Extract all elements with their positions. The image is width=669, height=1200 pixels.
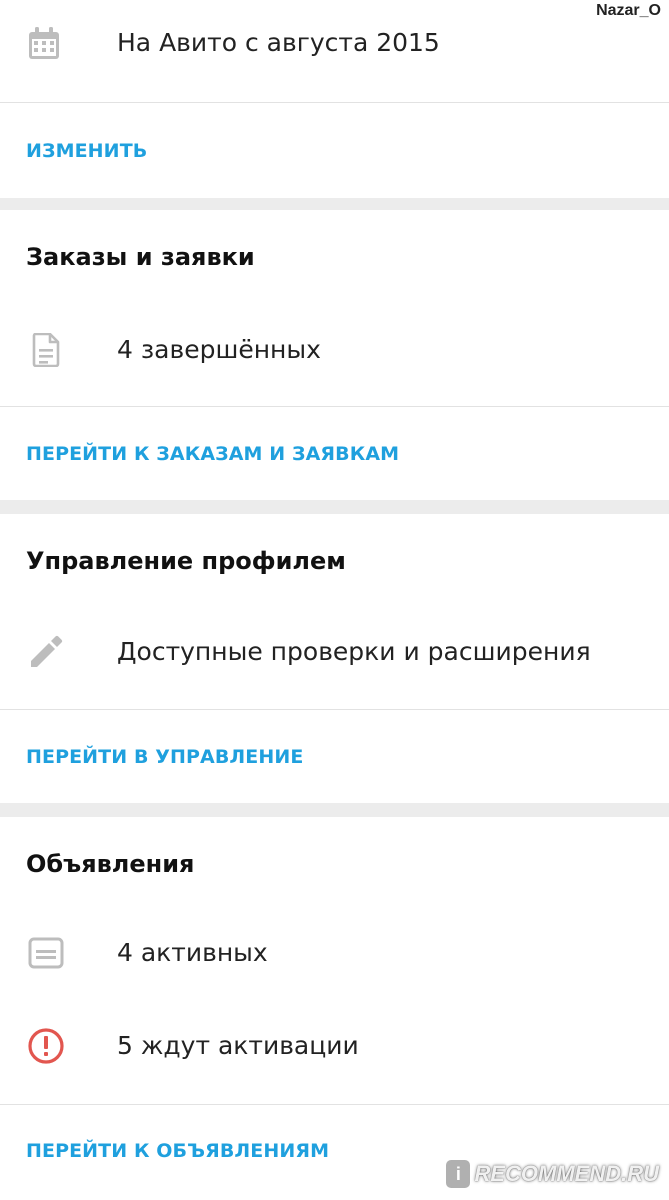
ads-pending-row[interactable]: 5 ждут активации [0, 1016, 669, 1076]
profile-section-title: Управление профилем [26, 547, 346, 575]
watermark-text: RECOMMEND.RU [474, 1161, 659, 1186]
divider [0, 102, 669, 103]
watermark-badge-icon: i [446, 1160, 471, 1188]
ads-active-text: 4 активных [117, 938, 268, 967]
orders-completed-row[interactable]: 4 завершённых [0, 320, 669, 380]
orders-section-title: Заказы и заявки [26, 243, 255, 271]
go-to-orders-button[interactable]: ПЕРЕЙТИ К ЗАКАЗАМ И ЗАЯВКАМ [26, 443, 399, 465]
alert-icon [26, 1026, 66, 1066]
divider [0, 709, 669, 710]
member-since-text: На Авито с августа 2015 [117, 28, 440, 57]
ads-pending-text: 5 ждут активации [117, 1031, 359, 1060]
calendar-icon [24, 24, 64, 64]
profile-checks-text: Доступные проверки и расширения [117, 637, 591, 666]
divider [0, 406, 669, 407]
ads-card: Объявления 4 активных 5 ждут активации П… [0, 817, 669, 1200]
member-since-card: На Авито с августа 2015 ИЗМЕНИТЬ [0, 0, 669, 198]
member-since-row: На Авито с августа 2015 [0, 0, 669, 88]
profile-checks-row[interactable]: Доступные проверки и расширения [0, 622, 669, 682]
orders-card: Заказы и заявки 4 завершённых ПЕРЕЙТИ К … [0, 210, 669, 500]
site-watermark: i RECOMMEND.RU [446, 1160, 659, 1188]
divider [0, 1104, 669, 1105]
ads-section-title: Объявления [26, 850, 195, 878]
pencil-icon [26, 632, 66, 672]
go-to-management-button[interactable]: ПЕРЕЙТИ В УПРАВЛЕНИЕ [26, 746, 303, 768]
listing-icon [26, 933, 66, 973]
go-to-ads-button[interactable]: ПЕРЕЙТИ К ОБЪЯВЛЕНИЯМ [26, 1140, 329, 1162]
orders-completed-text: 4 завершённых [117, 335, 321, 364]
ads-active-row[interactable]: 4 активных [0, 923, 669, 983]
edit-button[interactable]: ИЗМЕНИТЬ [26, 140, 147, 162]
document-icon [26, 330, 66, 370]
username-watermark: Nazar_O [594, 2, 663, 20]
profile-card: Управление профилем Доступные проверки и… [0, 514, 669, 803]
